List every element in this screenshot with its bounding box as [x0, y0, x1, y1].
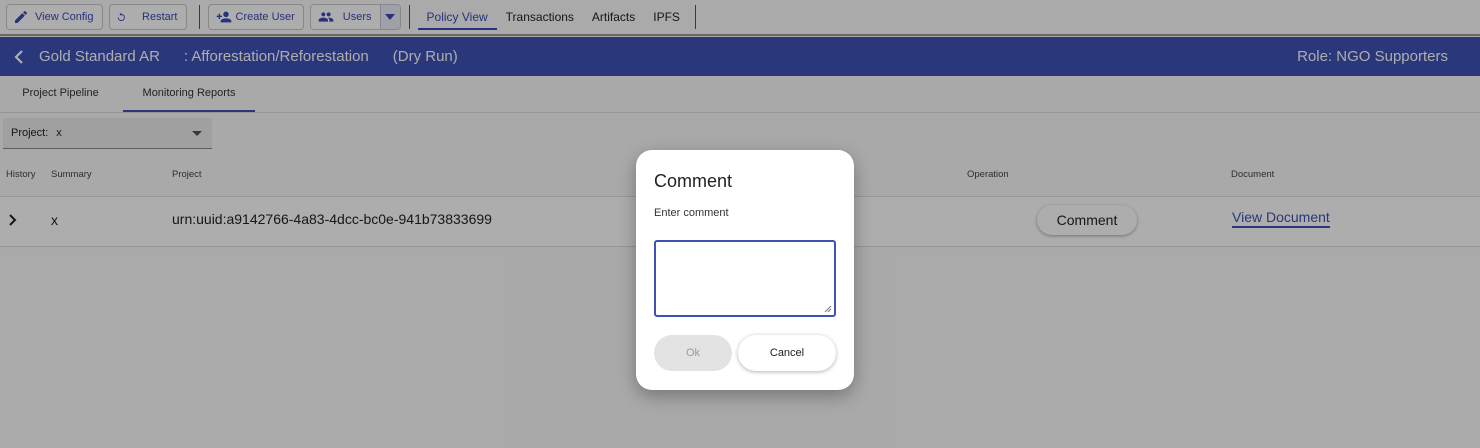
comment-textarea[interactable] [654, 240, 836, 317]
ok-button[interactable]: Ok [654, 335, 732, 371]
cancel-button[interactable]: Cancel [738, 335, 836, 371]
resize-grip-icon[interactable] [823, 304, 832, 313]
comment-field-label: Enter comment [654, 207, 729, 219]
comment-dialog: Comment Enter comment Ok Cancel [636, 150, 854, 390]
dialog-title: Comment [654, 171, 733, 191]
